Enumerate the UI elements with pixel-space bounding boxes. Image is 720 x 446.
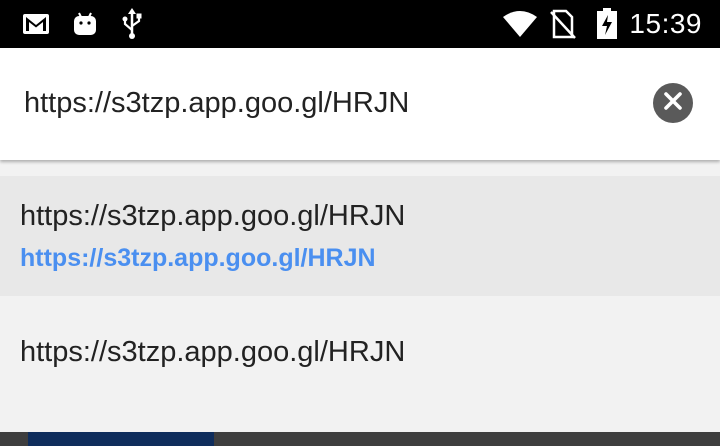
suggestion-item[interactable]: https://s3tzp.app.goo.gl/HRJN [0,296,720,416]
wifi-icon [502,8,538,40]
status-bar: 15:39 [0,0,720,48]
suggestion-url: https://s3tzp.app.goo.gl/HRJN [20,244,376,272]
url-input[interactable] [24,78,624,128]
url-bar [0,48,720,160]
suggestion-item[interactable]: https://s3tzp.app.goo.gl/HRJN https://s3… [0,176,720,296]
battery-charging-icon [596,8,618,40]
no-sim-icon [550,8,576,40]
suggestion-title: https://s3tzp.app.goo.gl/HRJN [20,336,406,368]
close-icon [663,91,683,116]
gmail-icon [22,8,50,40]
android-icon [72,8,98,40]
page-content-image [28,432,214,446]
status-clock: 15:39 [629,8,702,39]
clear-button[interactable] [653,83,693,123]
page-content-edge [0,432,720,446]
suggestion-title: https://s3tzp.app.goo.gl/HRJN [20,200,406,232]
usb-icon [120,8,144,40]
